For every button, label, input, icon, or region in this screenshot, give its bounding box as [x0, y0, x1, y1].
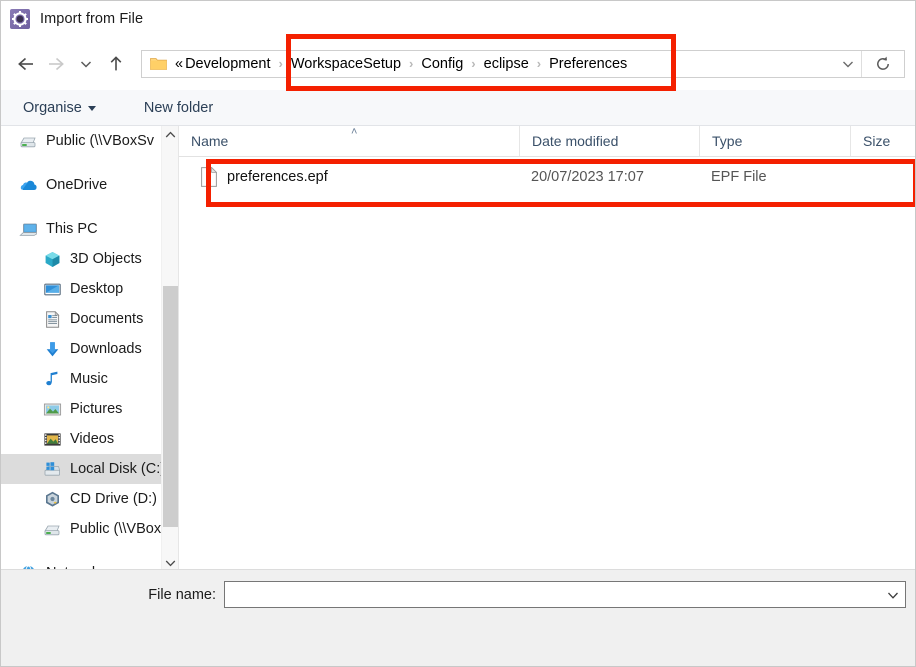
organise-label: Organise [23, 99, 82, 116]
address-dropdown-chevron-down-icon[interactable] [835, 51, 861, 77]
breadcrumb[interactable]: « Development › WorkspaceSetup › Config … [142, 51, 835, 77]
file-name-input[interactable] [225, 581, 881, 608]
table-row[interactable]: preferences.epf 20/07/2023 17:07 EPF Fil… [179, 157, 915, 197]
up-arrow-icon[interactable] [101, 49, 131, 79]
sidebar-item-label: Music [70, 371, 108, 387]
navigation-pane: Public (\\VBoxSv OneDrive This PC 3D Obj… [1, 126, 178, 571]
breadcrumb-separator: › [471, 56, 476, 71]
dialog-footer: File name: [1, 569, 915, 666]
file-name-label: File name: [148, 586, 216, 603]
network-drive-icon [19, 132, 38, 151]
column-header-name[interactable]: Name ˄ [179, 126, 519, 156]
sort-ascending-icon: ˄ [351, 126, 358, 138]
breadcrumb-item-preferences[interactable]: Preferences [547, 56, 629, 72]
desktop-icon [43, 280, 62, 299]
sidebar-item-pictures[interactable]: Pictures [1, 394, 178, 424]
sidebar-item-this-pc[interactable]: This PC [1, 214, 178, 244]
breadcrumb-separator: › [536, 56, 542, 71]
window-title: Import from File [40, 11, 144, 27]
column-header-type-label: Type [712, 133, 743, 149]
sidebar-scrollbar[interactable] [161, 126, 178, 571]
recent-locations-chevron-down-icon[interactable] [71, 49, 101, 79]
breadcrumb-item-config[interactable]: Config [419, 56, 465, 72]
navigation-bar: « Development › WorkspaceSetup › Config … [1, 37, 915, 90]
scrollbar-thumb[interactable] [163, 286, 178, 527]
breadcrumb-item-eclipse[interactable]: eclipse [482, 56, 531, 72]
file-type-cell: EPF File [711, 169, 767, 185]
music-icon [43, 370, 62, 389]
sidebar-item-desktop[interactable]: Desktop [1, 274, 178, 304]
sidebar-item-downloads[interactable]: Downloads [1, 334, 178, 364]
column-headers: Name ˄ Date modified Type Size [179, 126, 915, 157]
forward-arrow-icon [41, 49, 71, 79]
file-name-cell: preferences.epf [179, 166, 519, 187]
new-folder-label: New folder [143, 99, 214, 116]
sidebar-item-3d-objects[interactable]: 3D Objects [1, 244, 178, 274]
pictures-icon [43, 400, 62, 419]
file-name-label: preferences.epf [227, 169, 328, 185]
local-disk-icon [43, 460, 62, 479]
videos-icon [43, 430, 62, 449]
network-drive-icon [43, 520, 62, 539]
sidebar-item-local-disk-c[interactable]: Local Disk (C:) [1, 454, 178, 484]
command-bar: Organise New folder [1, 90, 915, 126]
sidebar-item-label: OneDrive [46, 177, 108, 193]
column-header-date-modified[interactable]: Date modified [519, 126, 699, 156]
sidebar-item-videos[interactable]: Videos [1, 424, 178, 454]
file-date-cell: 20/07/2023 17:07 [531, 169, 644, 185]
3d-objects-icon [43, 250, 62, 269]
cd-drive-icon [43, 490, 62, 509]
refresh-icon[interactable] [861, 50, 904, 77]
column-header-name-label: Name [191, 133, 229, 149]
this-pc-icon [19, 220, 38, 239]
sidebar-item-music[interactable]: Music [1, 364, 178, 394]
column-header-size[interactable]: Size [850, 126, 910, 156]
sidebar-item-label: This PC [46, 221, 98, 237]
sidebar-item-label: Documents [70, 311, 144, 327]
documents-icon [43, 310, 62, 329]
file-name-row: File name: [1, 581, 915, 608]
file-name-chevron-down-icon[interactable] [881, 582, 905, 607]
column-header-date-label: Date modified [532, 133, 619, 149]
sidebar-item-label: Local Disk (C:) [70, 461, 166, 477]
sidebar-item-documents[interactable]: Documents [1, 304, 178, 334]
sidebar-item-label: Desktop [70, 281, 124, 297]
file-name-combobox[interactable] [224, 581, 906, 608]
sidebar-item-label: Pictures [70, 401, 123, 417]
file-list-pane: Name ˄ Date modified Type Size preferenc… [178, 126, 915, 571]
sidebar-item-label: 3D Objects [70, 251, 142, 267]
sidebar-item-label: Downloads [70, 341, 142, 357]
new-folder-button[interactable]: New folder [144, 100, 213, 116]
breadcrumb-overflow[interactable]: « [174, 56, 183, 72]
sidebar-item-label: Public (\\VBoxSv [46, 133, 154, 149]
breadcrumb-separator: › [278, 56, 283, 71]
dialog-body: Public (\\VBoxSv OneDrive This PC 3D Obj… [1, 126, 915, 571]
folder-icon [150, 56, 167, 71]
file-picker-dialog: Import from File « Development › Workspa… [0, 0, 916, 667]
gear-icon [10, 9, 30, 29]
scroll-up-arrow-icon[interactable] [162, 126, 178, 143]
column-header-size-label: Size [863, 133, 891, 149]
sidebar-item-cd-drive-d[interactable]: CD Drive (D:) Vir [1, 484, 178, 514]
sidebar-item-label: Videos [70, 431, 115, 447]
breadcrumb-separator: › [409, 56, 414, 71]
breadcrumb-item-development[interactable]: Development [183, 56, 272, 72]
sidebar-item-public-vboxsvr-bottom[interactable]: Public (\\VBoxSv [1, 514, 178, 544]
address-bar[interactable]: « Development › WorkspaceSetup › Config … [141, 49, 905, 78]
title-bar: Import from File [1, 1, 915, 37]
column-header-type[interactable]: Type [699, 126, 850, 156]
sidebar-item-onedrive[interactable]: OneDrive [1, 170, 178, 200]
organise-button[interactable]: Organise [23, 100, 96, 116]
onedrive-cloud-icon [19, 176, 38, 195]
file-icon [201, 166, 218, 187]
back-arrow-icon[interactable] [11, 49, 41, 79]
breadcrumb-item-workspacesetup[interactable]: WorkspaceSetup [289, 56, 403, 72]
downloads-icon [43, 340, 62, 359]
chevron-down-icon [87, 106, 96, 111]
sidebar-item-public-vboxsvr-top[interactable]: Public (\\VBoxSv [1, 126, 178, 156]
